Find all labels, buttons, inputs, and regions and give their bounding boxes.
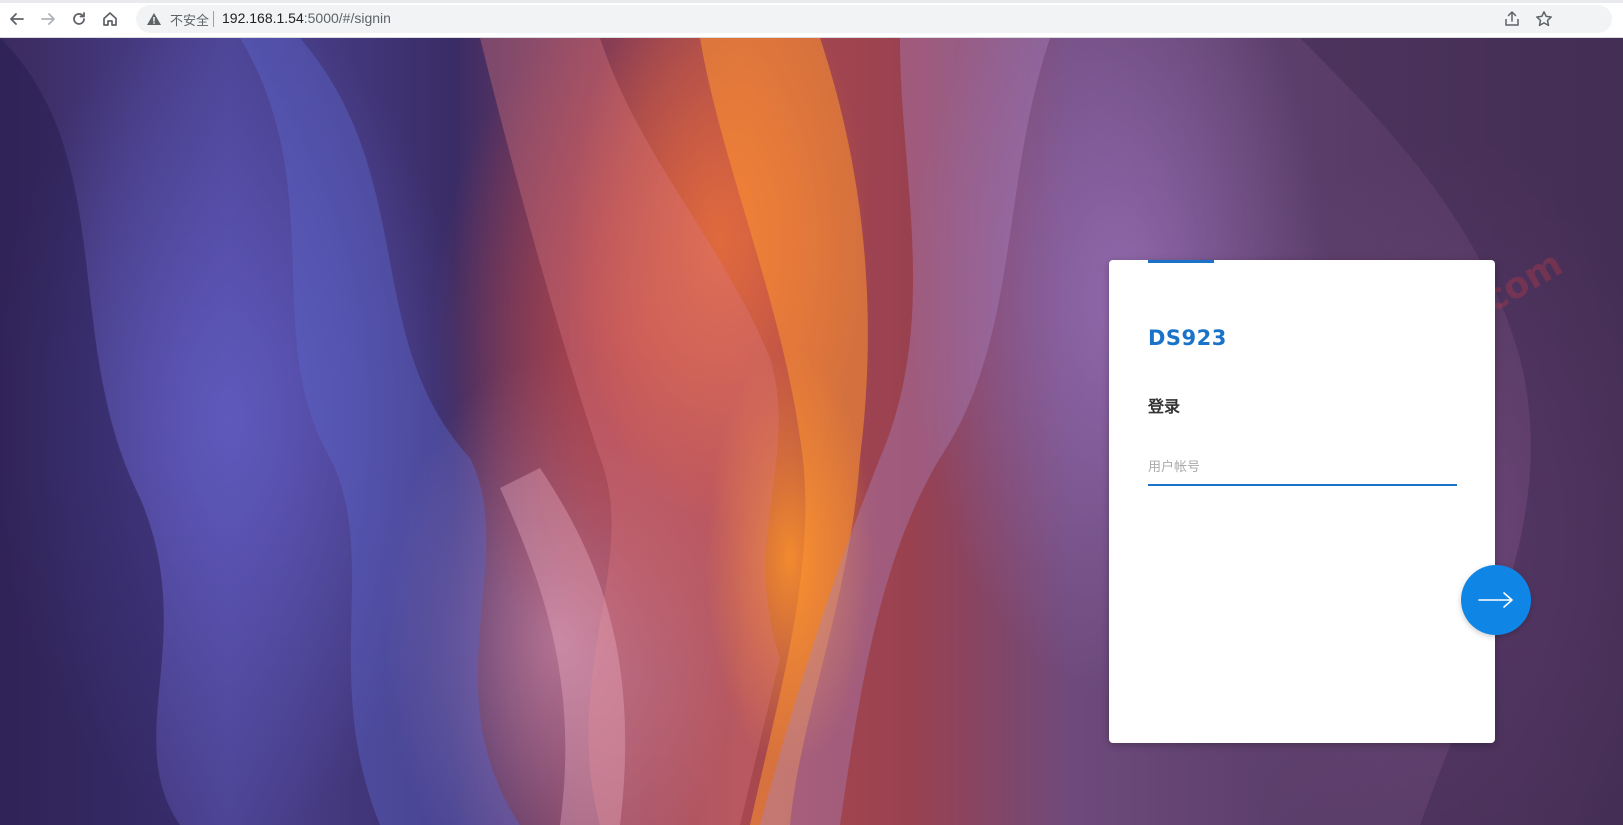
security-status-label[interactable]: 不安全	[170, 10, 209, 29]
server-hostname: DS923	[1148, 326, 1227, 350]
home-icon	[103, 12, 117, 26]
reload-icon	[73, 12, 85, 25]
url-host: 192.168.1.54	[222, 10, 304, 26]
arrow-right-icon	[1478, 592, 1513, 608]
star-icon[interactable]	[1534, 9, 1554, 29]
forward-button[interactable]	[36, 7, 60, 31]
login-heading: 登录	[1148, 397, 1181, 416]
address-separator	[213, 11, 214, 27]
reload-button[interactable]	[67, 7, 91, 31]
next-button[interactable]	[1461, 565, 1531, 635]
browser-toolbar: 不安全 192.168.1.54:5000/#/signin	[0, 0, 1623, 38]
arrow-right-icon	[41, 13, 55, 25]
arrow-left-icon	[10, 13, 24, 25]
username-input[interactable]	[1148, 442, 1457, 486]
back-button[interactable]	[5, 7, 29, 31]
address-bar[interactable]: 不安全 192.168.1.54:5000/#/signin	[136, 5, 1612, 33]
share-icon[interactable]	[1502, 9, 1522, 29]
url-text[interactable]: 192.168.1.54:5000/#/signin	[222, 10, 391, 26]
card-accent-bar	[1148, 260, 1214, 263]
login-background: GXNAS 博客 https://wp.gxnas.com DS923 登录	[0, 38, 1623, 825]
warning-triangle-icon[interactable]	[146, 11, 162, 27]
home-button[interactable]	[98, 7, 122, 31]
url-path: :5000/#/signin	[303, 10, 391, 26]
tab-strip	[0, 0, 1623, 3]
login-card: DS923 登录	[1109, 260, 1495, 743]
